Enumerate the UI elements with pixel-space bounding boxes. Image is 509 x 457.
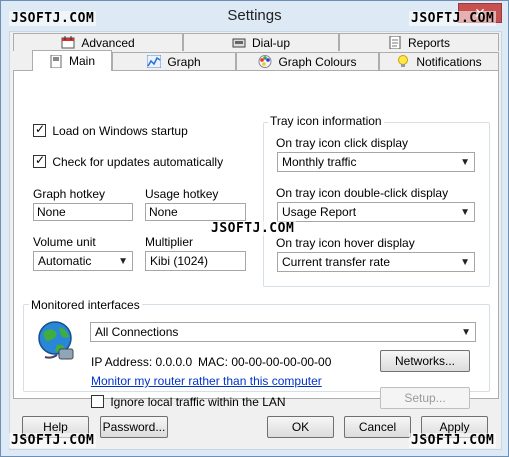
check-updates-check[interactable]: [33, 153, 46, 169]
watermark-bottom-right: JSOFTJ.COM: [409, 433, 497, 448]
graph-hotkey-field[interactable]: None: [33, 203, 133, 221]
ignore-lan-checkbox[interactable]: Ignore local traffic within the LAN: [91, 394, 286, 409]
ip-address-text: IP Address: 0.0.0.0: [91, 355, 193, 369]
tray-click-value: Monthly traffic: [282, 155, 357, 169]
tab-notifications-label: Notifications: [416, 54, 482, 69]
check-updates-label: Check for updates automatically: [52, 154, 224, 169]
chevron-down-icon: ▼: [460, 207, 470, 218]
ok-button[interactable]: OK: [267, 416, 334, 438]
tab-graph[interactable]: Graph: [112, 52, 236, 70]
tab-graph-label: Graph: [167, 54, 201, 69]
load-startup-check[interactable]: [33, 122, 46, 138]
tab-advanced-label: Advanced: [81, 35, 135, 50]
ignore-lan-label: Ignore local traffic within the LAN: [110, 394, 286, 409]
tray-hover-select[interactable]: Current transfer rate ▼: [277, 252, 475, 272]
network-globe-icon: [35, 319, 79, 366]
multiplier-select[interactable]: Kibi (1024): [145, 251, 246, 271]
password-button[interactable]: Password...: [100, 416, 168, 438]
tab-graph-colours-label: Graph Colours: [278, 54, 357, 69]
mac-address-text: MAC: 00-00-00-00-00-00: [198, 355, 332, 369]
palette-icon: [258, 55, 272, 68]
settings-client-area: Advanced Dial-up Reports Main Graph Grap…: [9, 31, 502, 450]
tray-group-title: Tray icon information: [268, 114, 384, 128]
volume-unit-value: Automatic: [38, 254, 92, 268]
tab-graph-colours[interactable]: Graph Colours: [236, 52, 379, 70]
tab-advanced[interactable]: Advanced: [13, 33, 183, 51]
tab-main[interactable]: Main: [32, 50, 112, 71]
chevron-down-icon: ▼: [461, 327, 471, 338]
tray-click-select[interactable]: Monthly traffic ▼: [277, 152, 475, 172]
networks-button[interactable]: Networks...: [380, 350, 470, 372]
calendar-icon: [61, 36, 75, 49]
connection-value: All Connections: [95, 325, 179, 339]
tray-hover-value: Current transfer rate: [282, 255, 391, 269]
main-icon: [49, 54, 63, 68]
tray-dblclick-label: On tray icon double-click display: [276, 186, 449, 200]
monitor-router-link[interactable]: Monitor my router rather than this compu…: [91, 374, 322, 388]
bulb-icon: [396, 55, 410, 68]
tab-dial-up[interactable]: Dial-up: [183, 33, 339, 51]
tray-dblclick-value: Usage Report: [282, 205, 357, 219]
watermark-top-left: JSOFTJ.COM: [9, 11, 97, 26]
watermark-bottom-left: JSOFTJ.COM: [9, 433, 97, 448]
tray-dblclick-select[interactable]: Usage Report ▼: [277, 202, 475, 222]
ignore-lan-check[interactable]: [91, 395, 104, 409]
watermark-center: JSOFTJ.COM: [209, 221, 297, 236]
tab-main-label: Main: [68, 54, 95, 68]
tray-hover-label: On tray icon hover display: [276, 236, 415, 250]
multiplier-label: Multiplier: [145, 235, 194, 249]
tray-click-label: On tray icon click display: [276, 136, 409, 150]
chevron-down-icon: ▼: [460, 157, 470, 168]
load-startup-label: Load on Windows startup: [52, 123, 188, 138]
volume-unit-select[interactable]: Automatic ▼: [33, 251, 133, 271]
tab-dial-up-label: Dial-up: [251, 35, 290, 50]
load-startup-checkbox[interactable]: Load on Windows startup: [33, 122, 188, 138]
monitored-group-title: Monitored interfaces: [29, 298, 142, 312]
usage-hotkey-field[interactable]: None: [145, 203, 246, 221]
chevron-down-icon: ▼: [460, 257, 470, 268]
settings-window: Settings ✕ Advanced Dial-up Reports: [0, 0, 509, 457]
volume-unit-label: Volume unit: [33, 235, 96, 249]
modem-icon: [232, 36, 246, 49]
connection-select[interactable]: All Connections ▼: [90, 322, 476, 342]
setup-button[interactable]: Setup...: [380, 387, 470, 409]
usage-hotkey-label: Usage hotkey: [145, 187, 219, 201]
watermark-top-right: JSOFTJ.COM: [409, 11, 497, 26]
tab-notifications[interactable]: Notifications: [379, 52, 499, 70]
graph-hotkey-label: Graph hotkey: [33, 187, 106, 201]
graph-icon: [146, 54, 162, 69]
cancel-button[interactable]: Cancel: [344, 416, 411, 438]
report-icon: [388, 35, 402, 50]
check-updates-checkbox[interactable]: Check for updates automatically: [33, 153, 224, 169]
multiplier-value: Kibi (1024): [150, 254, 209, 268]
tab-reports-label: Reports: [407, 35, 451, 50]
tab-reports[interactable]: Reports: [339, 33, 499, 51]
chevron-down-icon: ▼: [118, 256, 128, 267]
